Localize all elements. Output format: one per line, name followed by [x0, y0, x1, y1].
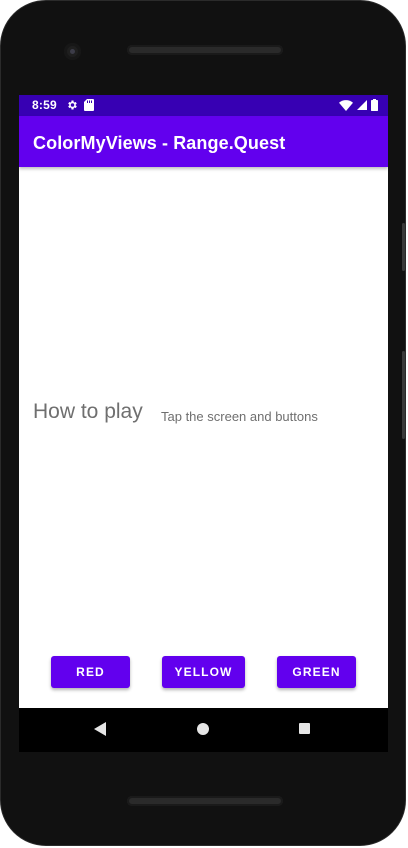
how-to-play-heading[interactable]: How to play — [33, 400, 143, 424]
back-triangle-icon[interactable] — [94, 722, 106, 736]
status-time: 8:59 — [32, 98, 57, 112]
cellular-signal-icon — [357, 100, 367, 110]
battery-icon — [371, 99, 378, 111]
device-screen: 8:59 ColorMyViews - Range.Quest How to p… — [19, 95, 388, 708]
red-button[interactable]: RED — [51, 656, 130, 688]
status-right-icons — [339, 98, 378, 112]
app-bar: ColorMyViews - Range.Quest — [19, 116, 388, 167]
green-button[interactable]: GREEN — [277, 656, 356, 688]
front-camera-icon — [64, 43, 81, 60]
power-button — [402, 223, 405, 271]
wifi-icon — [339, 99, 353, 111]
home-circle-icon[interactable] — [197, 723, 209, 735]
settings-gear-icon — [68, 100, 77, 110]
yellow-button[interactable]: YELLOW — [162, 656, 245, 688]
top-speaker-grille — [127, 45, 283, 55]
app-title: ColorMyViews - Range.Quest — [33, 133, 286, 153]
instructions-text[interactable]: Tap the screen and buttons — [161, 409, 318, 424]
recents-square-icon[interactable] — [299, 723, 310, 734]
bottom-speaker-grille — [127, 796, 283, 806]
volume-button — [402, 351, 405, 439]
status-bar: 8:59 — [19, 95, 388, 116]
main-content-area[interactable]: How to play Tap the screen and buttons R… — [19, 167, 388, 708]
sd-card-icon — [84, 99, 94, 111]
navigation-bar — [19, 708, 388, 752]
status-left-icons — [66, 98, 94, 112]
